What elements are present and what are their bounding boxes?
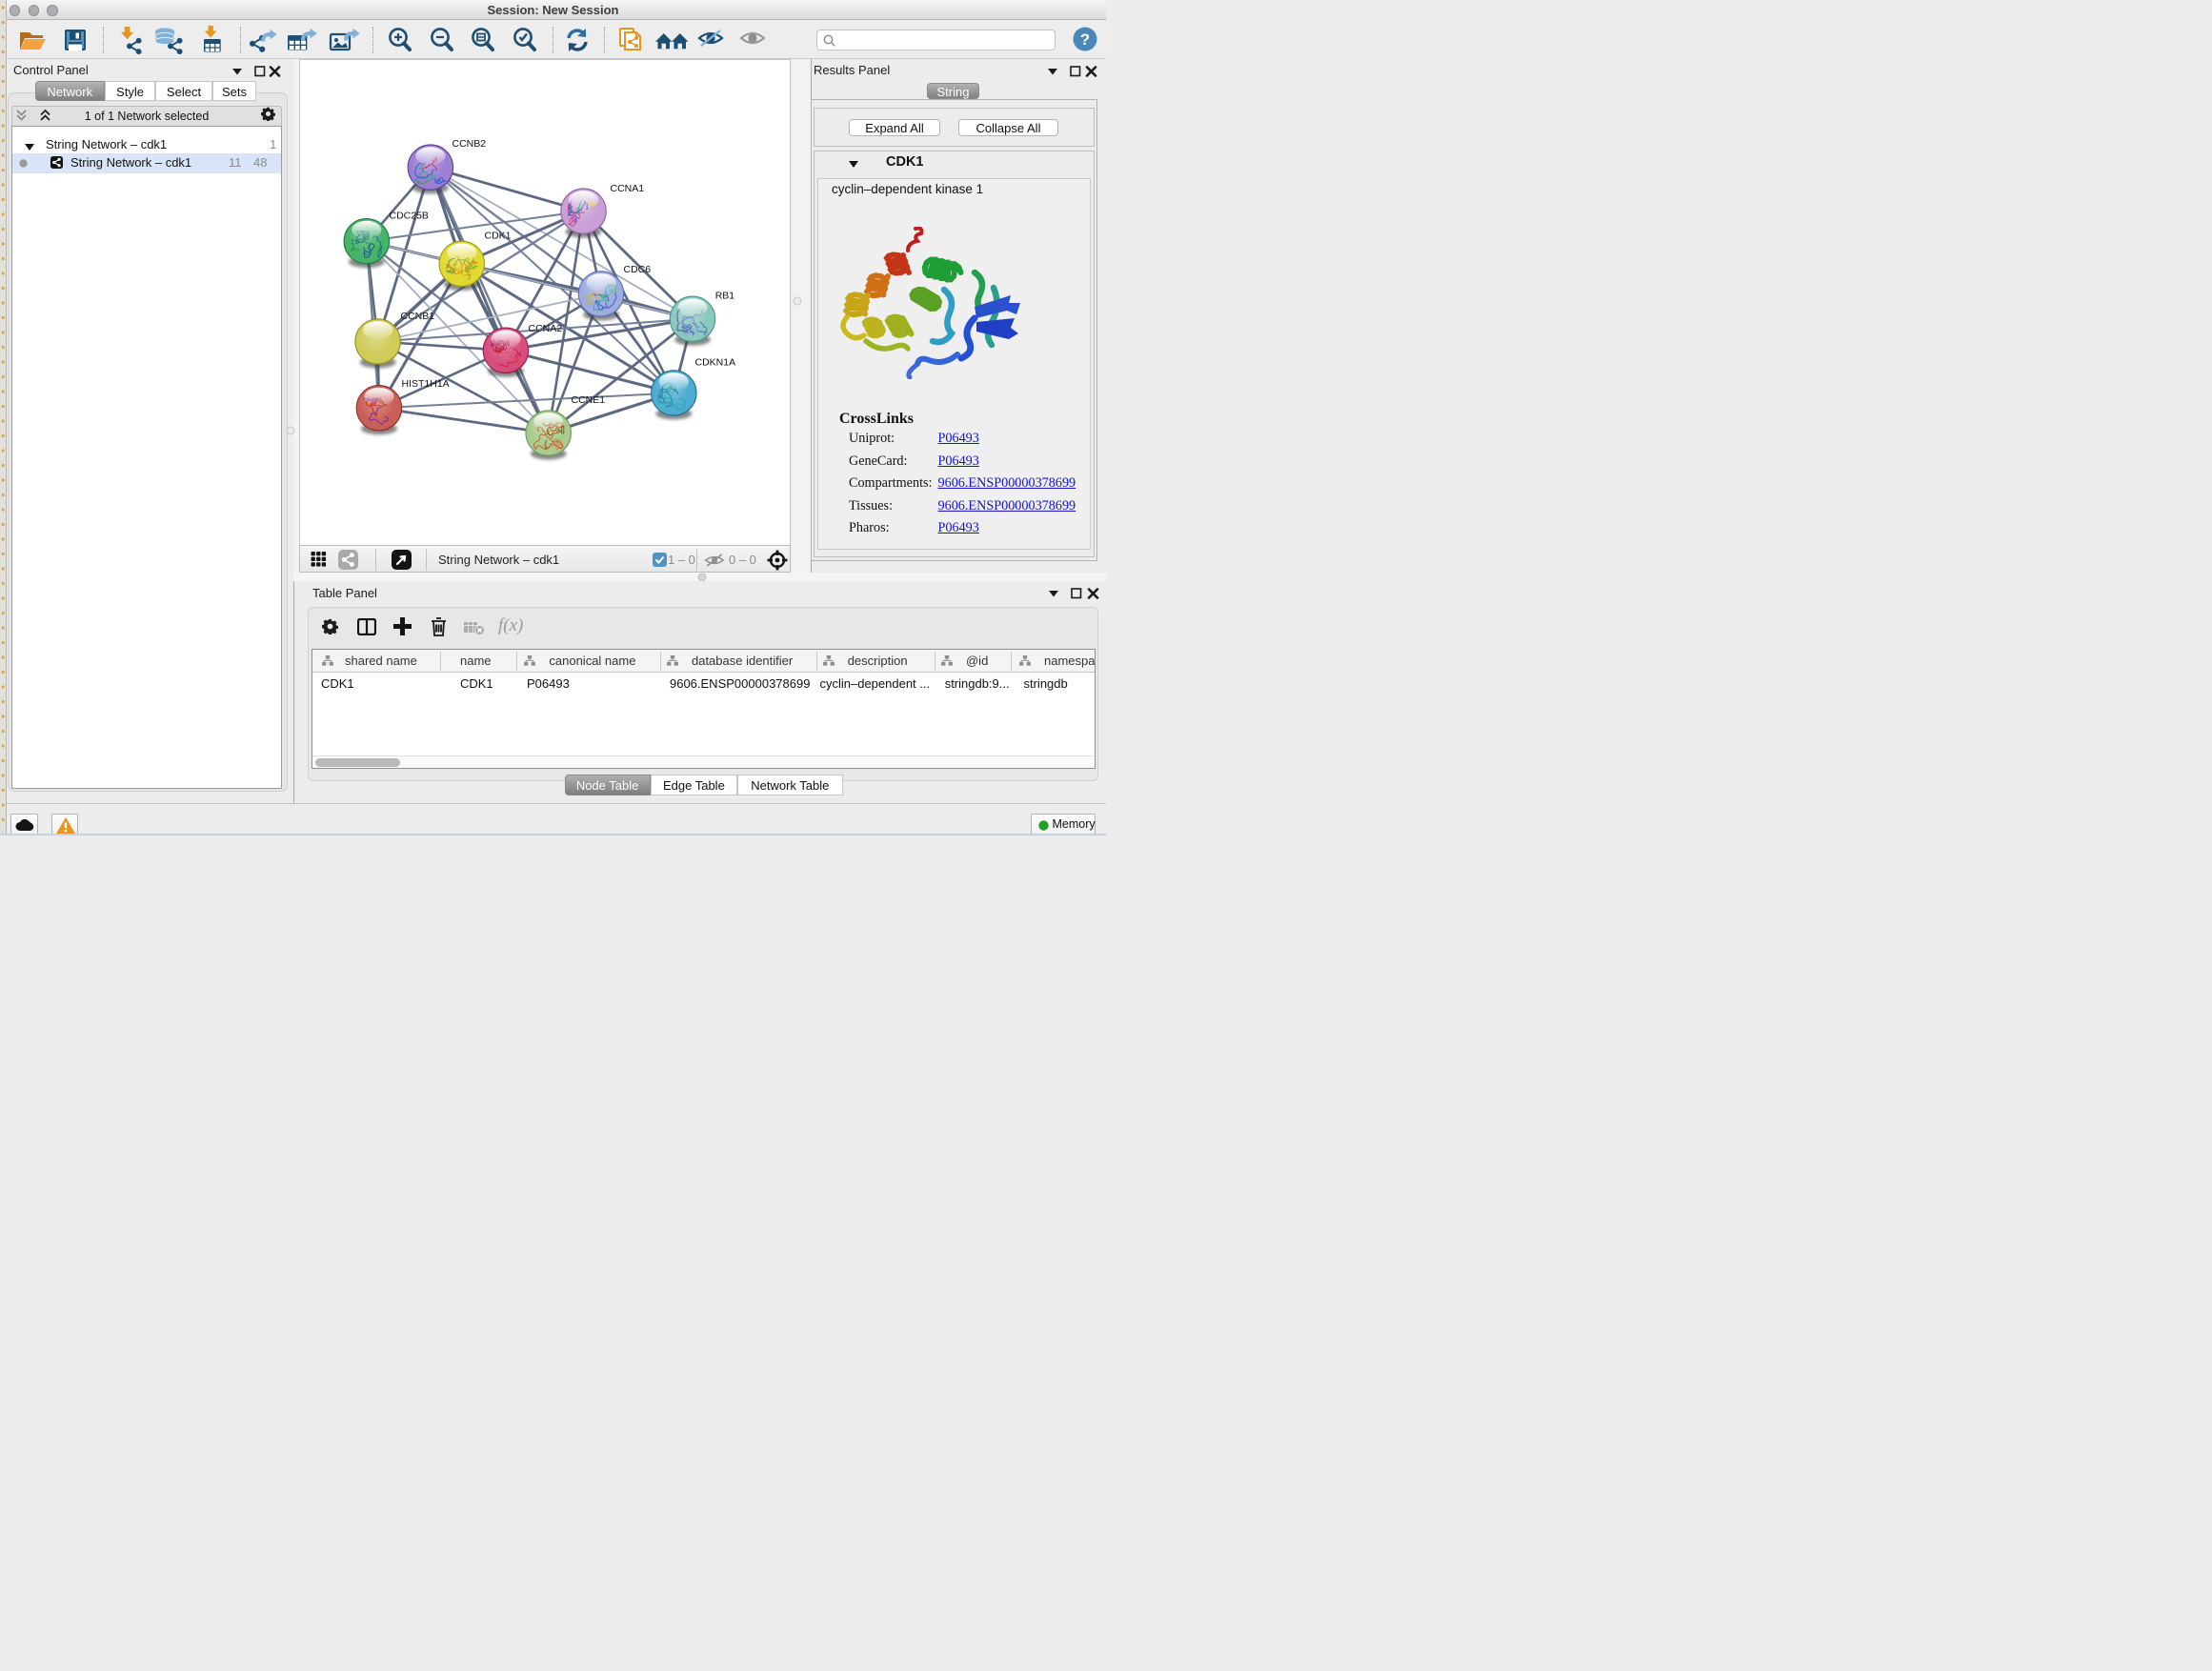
svg-text:HIST1H1A: HIST1H1A <box>402 378 450 390</box>
svg-text:?: ? <box>1080 30 1090 49</box>
svg-text:CCNB2: CCNB2 <box>452 138 487 150</box>
svg-text:CCNE1: CCNE1 <box>572 394 606 406</box>
svg-text:CCNA2: CCNA2 <box>529 323 563 334</box>
svg-text:CCNA1: CCNA1 <box>611 183 645 194</box>
svg-text:RB1: RB1 <box>715 291 735 302</box>
svg-text:CDC25B: CDC25B <box>390 211 429 222</box>
svg-text:CDC6: CDC6 <box>624 264 652 275</box>
svg-text:CCNB1: CCNB1 <box>401 311 435 322</box>
svg-text:CDKN1A: CDKN1A <box>695 357 736 369</box>
svg-text:CDK1: CDK1 <box>485 231 512 242</box>
